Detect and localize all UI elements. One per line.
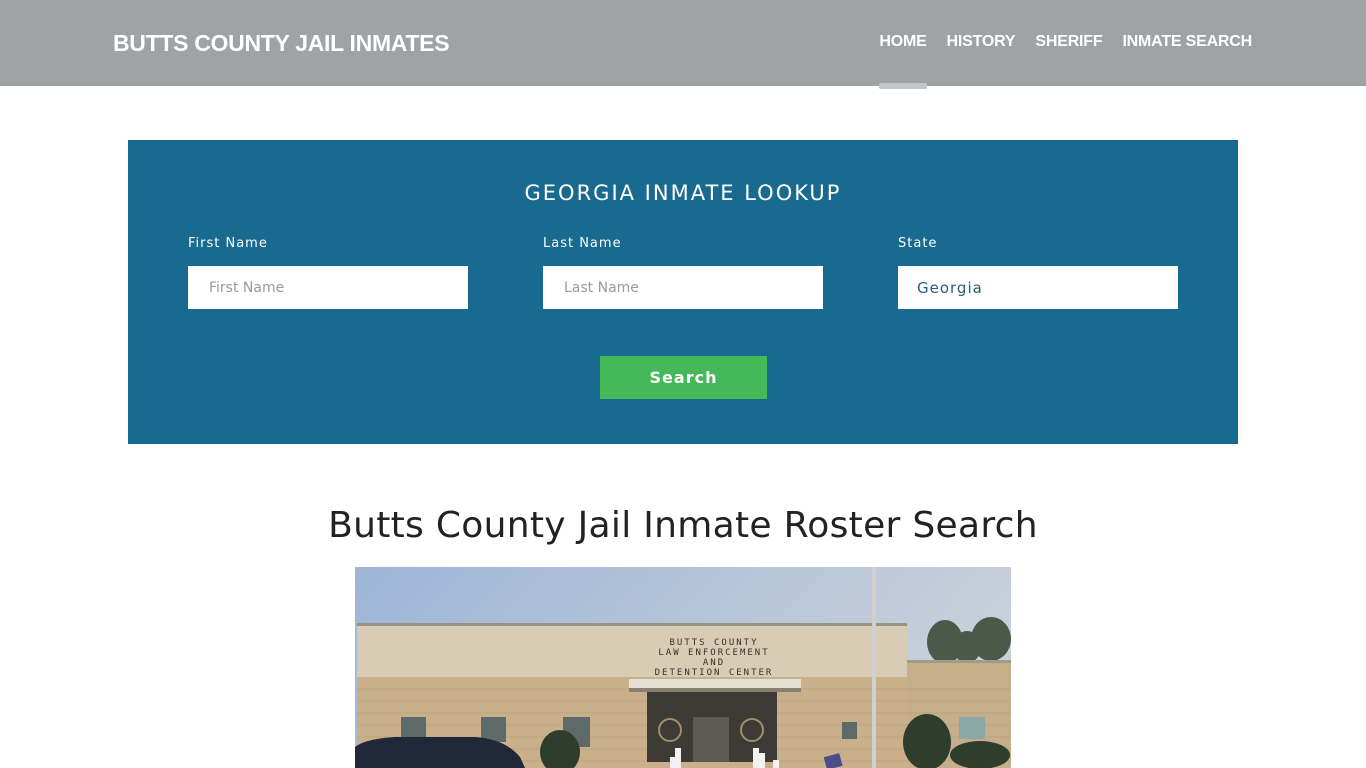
detention-center-photo: BUTTS COUNTY LAW ENFORCEMENT AND DETENTI…	[355, 567, 1011, 768]
detention-center-illustration: BUTTS COUNTY LAW ENFORCEMENT AND DETENTI…	[355, 567, 1011, 768]
last-name-label: Last Name	[543, 236, 622, 251]
flagpole	[872, 567, 876, 768]
svg-text:DETENTION CENTER: DETENTION CENTER	[655, 668, 774, 678]
page-title: Butts County Jail Inmate Roster Search	[328, 505, 1038, 546]
last-name-input[interactable]	[543, 266, 823, 309]
svg-text:AND: AND	[703, 658, 725, 668]
last-name-group: Last Name	[543, 236, 823, 309]
nav-home[interactable]: HOME	[879, 33, 927, 89]
first-name-group: First Name	[188, 236, 468, 309]
top-navbar: BUTTS COUNTY JAIL INMATES HOME HISTORY S…	[0, 0, 1366, 89]
state-select[interactable]: Georgia	[898, 266, 1178, 309]
nav-sheriff[interactable]: SHERIFF	[1035, 33, 1102, 51]
state-label: State	[898, 236, 938, 251]
search-button[interactable]: Search	[600, 356, 767, 399]
first-name-input[interactable]	[188, 266, 468, 309]
nav-history[interactable]: HISTORY	[947, 33, 1016, 51]
entrance-door	[693, 717, 729, 762]
svg-text:BUTTS COUNTY: BUTTS COUNTY	[669, 638, 758, 648]
state-group: State Georgia	[898, 236, 1178, 309]
entrance-canopy	[629, 679, 801, 689]
first-name-label: First Name	[188, 236, 268, 251]
svg-text:LAW ENFORCEMENT: LAW ENFORCEMENT	[658, 648, 769, 658]
site-brand-link[interactable]: BUTTS COUNTY JAIL INMATES	[113, 30, 450, 57]
lookup-title: GEORGIA INMATE LOOKUP	[524, 181, 842, 205]
nav-inmate-search[interactable]: INMATE SEARCH	[1122, 33, 1252, 51]
main-nav: HOME HISTORY SHERIFF INMATE SEARCH	[879, 33, 1252, 89]
